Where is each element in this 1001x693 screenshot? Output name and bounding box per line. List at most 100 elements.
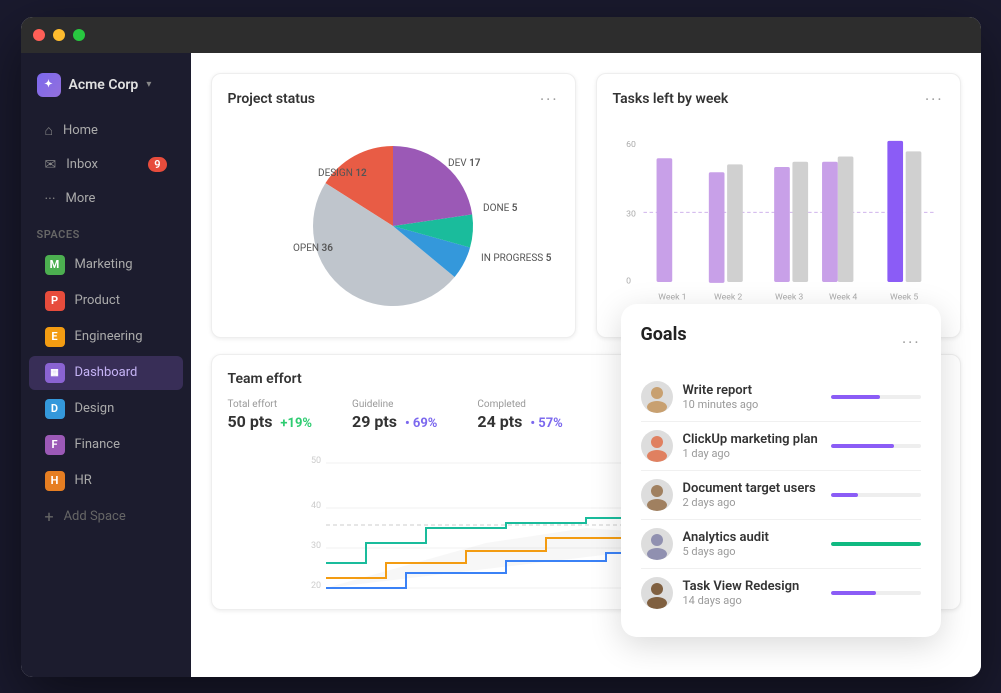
sidebar-item-home[interactable]: ⌂ Home: [29, 114, 183, 147]
goal-progress-2: [831, 444, 921, 448]
goal-avatar-2: [641, 430, 673, 462]
sidebar-item-design[interactable]: D Design: [29, 392, 183, 426]
goal-name-4: Analytics audit: [683, 530, 821, 545]
goal-info-1: Write report 10 minutes ago: [683, 383, 821, 411]
sidebar: ✦ Acme Corp ▾ ⌂ Home ✉ Inbox 9 ··· More …: [21, 53, 191, 677]
week5-label: Week 5: [889, 292, 917, 302]
goal-name-3: Document target users: [683, 481, 821, 496]
more-label: More: [65, 191, 95, 206]
pie-chart: DEV 17 DONE 5 IN PROGRESS 5 OPEN 36: [263, 121, 523, 321]
company-logo: ✦: [37, 73, 61, 97]
total-effort-label: Total effort: [228, 399, 313, 410]
pie-design-label: DESIGN 12: [318, 168, 367, 179]
maximize-button[interactable]: [73, 29, 85, 41]
minimize-button[interactable]: [53, 29, 65, 41]
tasks-header: Tasks left by week ···: [613, 90, 944, 109]
week3-label: Week 3: [775, 292, 803, 302]
hr-icon: H: [45, 471, 65, 491]
completed-label: Completed: [477, 399, 562, 410]
design-icon: D: [45, 399, 65, 419]
project-status-header: Project status ···: [228, 90, 559, 109]
pie-inprogress-label: IN PROGRESS 5: [481, 253, 552, 264]
add-icon: +: [45, 507, 54, 526]
finance-icon: F: [45, 435, 65, 455]
design-label: Design: [75, 401, 115, 416]
add-space-button[interactable]: + Add Space: [29, 500, 183, 533]
bar-w5-purple: [887, 140, 903, 281]
goal-avatar-3: [641, 479, 673, 511]
project-status-widget: Project status ···: [211, 73, 576, 338]
sidebar-item-product[interactable]: P Product: [29, 284, 183, 318]
sidebar-item-more[interactable]: ··· More: [29, 183, 183, 215]
goal-avatar-1: [641, 381, 673, 413]
finance-label: Finance: [75, 437, 120, 452]
chevron-down-icon: ▾: [146, 79, 151, 90]
add-space-label: Add Space: [64, 509, 126, 524]
inbox-label: Inbox: [66, 157, 98, 172]
dashboard-icon: ▦: [45, 363, 65, 383]
sidebar-item-dashboard[interactable]: ▦ Dashboard: [29, 356, 183, 390]
goals-title: Goals: [641, 324, 687, 345]
week4-label: Week 4: [829, 292, 857, 302]
sidebar-item-hr[interactable]: H HR: [29, 464, 183, 498]
goal-item-1: Write report 10 minutes ago: [641, 373, 921, 422]
week2-label: Week 2: [714, 292, 742, 302]
company-header[interactable]: ✦ Acme Corp ▾: [21, 65, 191, 113]
goal-time-1: 10 minutes ago: [683, 398, 821, 411]
sidebar-item-finance[interactable]: F Finance: [29, 428, 183, 462]
inbox-badge: 9: [148, 157, 166, 172]
guideline-stat: Guideline 29 pts • 69%: [352, 399, 437, 431]
tasks-by-week-widget: Tasks left by week ··· 60 30 0: [596, 73, 961, 338]
main-content: Project status ···: [191, 53, 981, 677]
goal-progress-3: [831, 493, 921, 497]
goal-info-5: Task View Redesign 14 days ago: [683, 579, 821, 607]
completed-value: 24 pts • 57%: [477, 412, 562, 431]
svg-text:40: 40: [311, 501, 321, 511]
sidebar-item-inbox[interactable]: ✉ Inbox 9: [29, 149, 183, 181]
marketing-icon: M: [45, 255, 65, 275]
bar-w2-purple: [708, 172, 724, 283]
goal-item-4: Analytics audit 5 days ago: [641, 520, 921, 569]
goal-progress-5: [831, 591, 921, 595]
goal-item-2: ClickUp marketing plan 1 day ago: [641, 422, 921, 471]
bar-w3-purple: [774, 166, 790, 281]
home-label: Home: [63, 123, 98, 138]
engineering-icon: E: [45, 327, 65, 347]
pie-dev-label: DEV 17: [448, 158, 481, 169]
week1-label: Week 1: [658, 292, 686, 302]
goal-name-2: ClickUp marketing plan: [683, 432, 821, 447]
goal-item-3: Document target users 2 days ago: [641, 471, 921, 520]
goal-time-3: 2 days ago: [683, 496, 821, 509]
total-effort-stat: Total effort 50 pts +19%: [228, 399, 313, 431]
goal-progress-4: [831, 542, 921, 546]
close-button[interactable]: [33, 29, 45, 41]
guideline-percent: • 69%: [405, 416, 437, 431]
tasks-menu[interactable]: ···: [925, 90, 944, 109]
goals-menu[interactable]: ···: [902, 333, 921, 352]
goal-time-2: 1 day ago: [683, 447, 821, 460]
bar-chart-svg: 60 30 0: [613, 121, 944, 321]
guideline-label: Guideline: [352, 399, 437, 410]
goal-name-5: Task View Redesign: [683, 579, 821, 594]
sidebar-item-engineering[interactable]: E Engineering: [29, 320, 183, 354]
goal-info-4: Analytics audit 5 days ago: [683, 530, 821, 558]
team-effort-title: Team effort: [228, 371, 302, 387]
app-window: ✦ Acme Corp ▾ ⌂ Home ✉ Inbox 9 ··· More …: [21, 17, 981, 677]
svg-text:30: 30: [311, 541, 321, 551]
pie-open-label: OPEN 36: [293, 243, 333, 254]
project-status-menu[interactable]: ···: [540, 90, 559, 109]
y-label-60: 60: [626, 139, 636, 149]
goal-progress-1: [831, 395, 921, 399]
sidebar-item-marketing[interactable]: M Marketing: [29, 248, 183, 282]
pie-done-label: DONE 5: [483, 203, 518, 214]
inbox-icon: ✉: [45, 157, 57, 173]
bar-w2-gray: [727, 164, 743, 282]
more-icon: ···: [45, 191, 56, 207]
completed-percent: • 57%: [530, 416, 562, 431]
home-icon: ⌂: [45, 122, 53, 139]
svg-text:20: 20: [311, 581, 321, 591]
goal-name-1: Write report: [683, 383, 821, 398]
spaces-label: Spaces: [21, 216, 191, 247]
y-label-0: 0: [626, 276, 631, 286]
bar-w1-purple: [656, 158, 672, 282]
